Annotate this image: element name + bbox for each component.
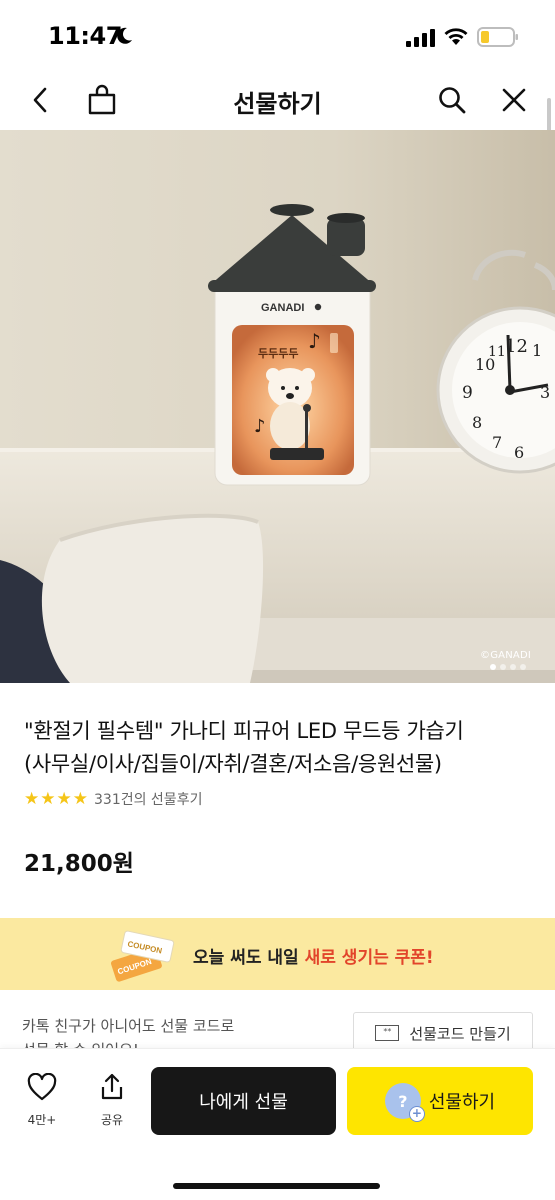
send-gift-label: 선물하기	[428, 1092, 496, 1113]
home-indicator	[173, 1183, 380, 1189]
svg-text:9: 9	[462, 383, 473, 403]
add-friend-icon: +	[408, 1106, 425, 1122]
close-button[interactable]	[496, 82, 532, 118]
moon-icon	[117, 27, 132, 44]
product-photo: GANADI 두두두두 ♪ ♪ 12 10 9 8 7 6 11 1 3	[0, 130, 555, 683]
figure-caption: 두두두두	[258, 347, 298, 360]
svg-text:7: 7	[492, 433, 502, 452]
share-label: 공유	[100, 1113, 124, 1127]
svg-text:11: 11	[488, 344, 506, 360]
search-button[interactable]	[434, 82, 470, 118]
close-icon	[502, 88, 526, 112]
rating-row[interactable]: ★ ★ ★ ★ 331건의 선물후기	[24, 788, 202, 810]
page-title: 선물하기	[233, 90, 322, 118]
star-icon: ★	[40, 788, 56, 809]
carousel-dot-2[interactable]	[500, 664, 506, 670]
friend-avatar-glyph: ?	[398, 1091, 408, 1111]
carousel-indicator	[490, 664, 526, 670]
coupon-message: 오늘 써도 내일 새로 생기는 쿠폰!	[193, 943, 434, 968]
star-icon: ★	[56, 788, 72, 809]
carousel-dot-4[interactable]	[520, 664, 526, 670]
svg-text:6: 6	[514, 443, 524, 462]
product-image-carousel[interactable]: GANADI 두두두두 ♪ ♪ 12 10 9 8 7 6 11 1 3	[0, 130, 555, 683]
image-credit: ©GANADI	[480, 650, 531, 661]
send-gift-button[interactable]: ? + 선물하기	[347, 1067, 533, 1135]
share-button[interactable]: 공유	[90, 1073, 134, 1133]
gift-code-info-line-1: 카톡 친구가 아니어도 선물 코드로	[22, 1017, 235, 1035]
svg-text:1: 1	[532, 341, 542, 360]
wifi-icon	[444, 28, 468, 45]
product-title-line-1: "환절기 필수템" 가나디 피규어 LED 무드등 가습기	[24, 719, 464, 743]
status-bar: 11:47	[0, 0, 555, 72]
gift-to-myself-button[interactable]: 나에게 선물	[151, 1067, 336, 1135]
product-title: "환절기 필수템" 가나디 피규어 LED 무드등 가습기 (사무실/이사/집들…	[24, 715, 539, 781]
star-rating: ★ ★ ★ ★	[24, 788, 88, 809]
coupon-message-normal: 오늘 써도 내일	[193, 948, 305, 968]
svg-text:8: 8	[472, 413, 482, 432]
svg-text:♪: ♪	[254, 416, 266, 437]
carousel-dot-1[interactable]	[490, 664, 496, 670]
status-time: 11:47	[48, 22, 122, 50]
product-title-line-2: (사무실/이사/집들이/자취/결혼/저소음/응원선물)	[24, 752, 442, 776]
review-count[interactable]: 331건의 선물후기	[94, 789, 202, 809]
friend-avatar-icon: ? +	[384, 1083, 425, 1122]
navigation-bar: 선물하기	[0, 72, 555, 128]
share-icon	[101, 1073, 123, 1100]
like-button[interactable]: 4만+	[20, 1072, 64, 1133]
search-icon	[439, 87, 466, 114]
coupon-banner[interactable]: COUPON COUPON 오늘 써도 내일 새로 생기는 쿠폰!	[0, 918, 555, 990]
star-icon: ★	[24, 788, 40, 809]
coupon-ticket-icon: COUPON COUPON	[111, 930, 175, 982]
create-gift-code-label: 선물코드 만들기	[409, 1024, 511, 1043]
star-icon: ★	[72, 788, 88, 809]
gift-code-icon: **	[375, 1025, 400, 1041]
svg-text:♪: ♪	[308, 329, 321, 353]
coupon-message-highlight: 새로 생기는 쿠폰!	[304, 948, 434, 968]
bottom-action-bar: 4만+ 공유 나에게 선물 ? + 선물하기	[0, 1048, 555, 1200]
like-count: 4만+	[27, 1113, 57, 1127]
humidifier-logo: GANADI	[261, 302, 304, 314]
battery-icon	[477, 27, 518, 47]
cellular-signal-icon	[406, 29, 435, 47]
heart-icon	[27, 1072, 57, 1101]
product-price: 21,800원	[24, 851, 134, 877]
carousel-dot-3[interactable]	[510, 664, 516, 670]
